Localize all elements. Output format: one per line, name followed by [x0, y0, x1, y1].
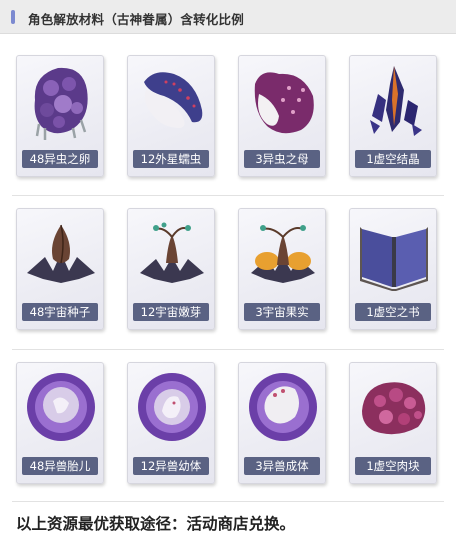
material-card[interactable]: 12宇宙嫩芽 — [127, 208, 215, 330]
material-card[interactable]: 12异兽幼体 — [127, 362, 215, 484]
section-header: 角色解放材料（古神眷属）含转化比例 — [0, 0, 456, 34]
material-label: 3异兽成体 — [244, 457, 320, 475]
material-card[interactable]: 3异兽成体 — [238, 362, 326, 484]
beast-fetus-icon — [27, 373, 95, 441]
material-card[interactable]: 3宇宙果实 — [238, 208, 326, 330]
material-label: 3异虫之母 — [244, 150, 320, 168]
void-flesh-icon — [362, 382, 426, 435]
footer-note: 以上资源最优获取途径：活动商店兑换。 — [16, 515, 296, 533]
alien-worm-icon — [144, 72, 203, 128]
material-card[interactable]: 48宇宙种子 — [16, 208, 104, 330]
material-label: 48异兽胎儿 — [22, 457, 98, 475]
material-card[interactable]: 12外星蠕虫 — [127, 55, 215, 177]
material-label: 48宇宙种子 — [22, 303, 98, 321]
material-card[interactable]: 1虚空之书 — [349, 208, 437, 330]
material-card[interactable]: 1虚空肉块 — [349, 362, 437, 484]
beast-adult-icon — [249, 373, 317, 441]
material-label: 12异兽幼体 — [133, 457, 209, 475]
material-card[interactable]: 48异兽胎儿 — [16, 362, 104, 484]
header-accent-bar — [11, 10, 15, 24]
material-card[interactable]: 1虚空结晶 — [349, 55, 437, 177]
material-label: 1虚空结晶 — [355, 150, 431, 168]
void-book-icon — [360, 227, 428, 291]
cosmic-seed-icon — [27, 224, 95, 283]
material-label: 12外星蠕虫 — [133, 150, 209, 168]
alien-mother-icon — [254, 72, 314, 134]
alien-egg-icon — [34, 67, 88, 140]
material-row-2: 48宇宙种子 12宇宙嫩芽 3宇宙果实 1虚空之书 — [0, 208, 456, 330]
row-divider — [12, 501, 444, 502]
material-label: 12宇宙嫩芽 — [133, 303, 209, 321]
material-label: 1虚空肉块 — [355, 457, 431, 475]
material-row-3: 48异兽胎儿 12异兽幼体 3异兽成体 1虚空肉块 — [0, 362, 456, 484]
material-card[interactable]: 48异虫之卵 — [16, 55, 104, 177]
void-crystal-icon — [370, 66, 422, 136]
cosmic-sprout-icon — [140, 222, 204, 283]
beast-juvenile-icon — [138, 373, 206, 441]
material-label: 1虚空之书 — [355, 303, 431, 321]
material-label: 48异虫之卵 — [22, 150, 98, 168]
row-divider — [12, 349, 444, 350]
row-divider — [12, 195, 444, 196]
material-label: 3宇宙果实 — [244, 303, 320, 321]
cosmic-fruit-icon — [251, 225, 315, 283]
section-title: 角色解放材料（古神眷属）含转化比例 — [28, 12, 244, 27]
material-row-1: 48异虫之卵 12外星蠕虫 3异虫之母 1虚空结晶 — [0, 55, 456, 177]
material-card[interactable]: 3异虫之母 — [238, 55, 326, 177]
